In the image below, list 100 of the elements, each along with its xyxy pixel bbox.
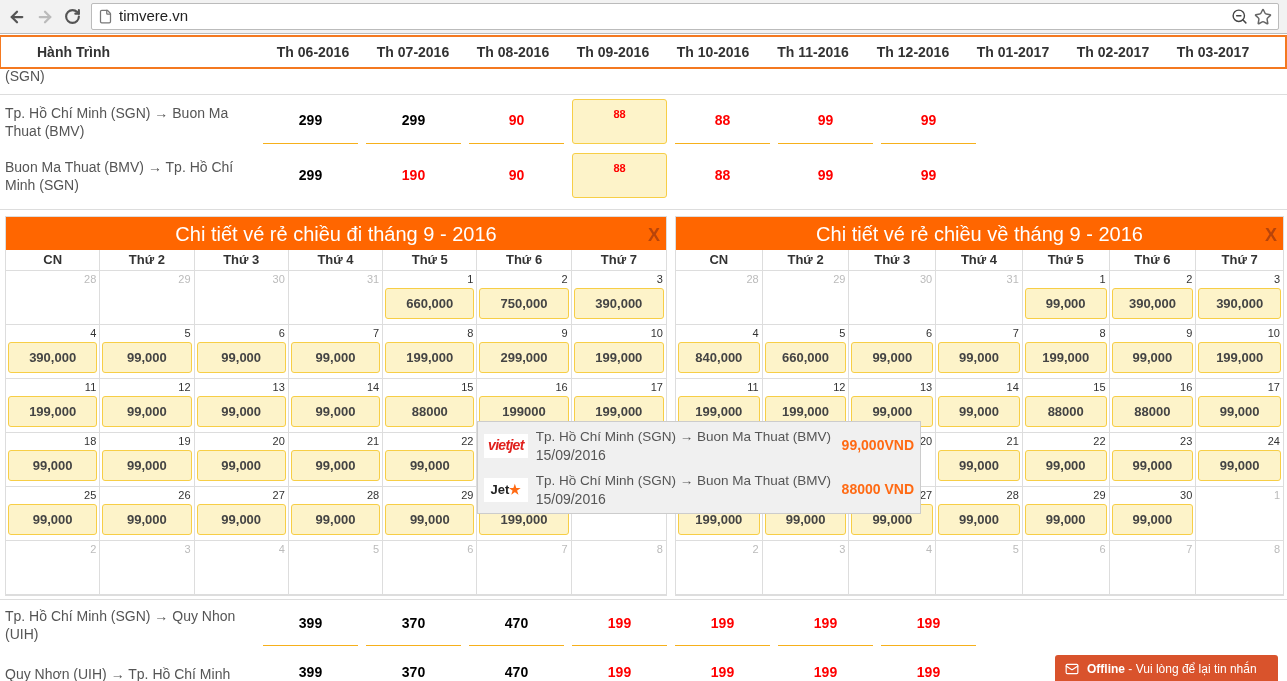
fare-cell[interactable]: 88	[572, 152, 667, 198]
fare-button[interactable]: 99,000	[196, 342, 286, 373]
fare-button[interactable]: 660,000	[385, 288, 475, 319]
fare-cell[interactable]: 90	[469, 98, 564, 144]
fare-button[interactable]: 199,000	[1024, 342, 1107, 373]
fare-cell[interactable]: 399	[263, 601, 358, 646]
fare-button[interactable]: 88000	[1024, 396, 1107, 427]
fare-button[interactable]: 99,000	[385, 504, 475, 535]
day-number: 1	[1099, 272, 1106, 288]
fare-button[interactable]: 99,000	[938, 342, 1020, 373]
fare-cell[interactable]: 299	[366, 98, 461, 144]
fare-cell[interactable]: 299	[263, 152, 358, 198]
fare-button[interactable]: 99,000	[290, 342, 381, 373]
fare-button[interactable]: 390,000	[1111, 288, 1194, 319]
day-number: 24	[1267, 434, 1280, 450]
fare-cell[interactable]: 470	[469, 650, 564, 681]
fare-button[interactable]: 99,000	[102, 396, 192, 427]
fare-cell[interactable]: 199	[778, 601, 873, 646]
route-name: Tp. Hồ Chí Minh (SGN) → Quy Nhon (UIH)	[5, 606, 237, 643]
day-number: 29	[461, 488, 474, 504]
fare-button[interactable]: 390,000	[573, 288, 664, 319]
fare-cell[interactable]: 299	[263, 98, 358, 144]
fare-cell[interactable]: 199	[675, 601, 770, 646]
fare-button[interactable]: 199,000	[573, 342, 664, 373]
fare-button[interactable]: 840,000	[678, 342, 760, 373]
fare-cell[interactable]: 99	[778, 152, 873, 198]
day-number: 30	[1180, 488, 1193, 504]
fare-button[interactable]: 99,000	[1111, 504, 1194, 535]
day-number: 8	[656, 542, 663, 558]
fare-button[interactable]: 99,000	[938, 504, 1020, 535]
fare-button[interactable]: 99,000	[102, 342, 192, 373]
fare-cell[interactable]: 99	[778, 98, 873, 144]
fare-cell[interactable]: 90	[469, 152, 564, 198]
fare-cell[interactable]: 470	[469, 601, 564, 646]
fare-button[interactable]: 99,000	[196, 450, 286, 481]
fare-button[interactable]: 99,000	[1024, 504, 1107, 535]
fare-button[interactable]: 99,000	[851, 342, 934, 373]
day-number: 12	[178, 380, 191, 396]
fare-cell[interactable]: 370	[366, 601, 461, 646]
fare-button[interactable]: 99,000	[1024, 450, 1107, 481]
fare-button[interactable]: 99,000	[1111, 450, 1194, 481]
fare-cell[interactable]: 99	[881, 98, 976, 144]
fare-cell[interactable]: 199	[778, 650, 873, 681]
fare-cell[interactable]: 199	[881, 601, 976, 646]
day-number: 4	[90, 326, 97, 342]
fare-button[interactable]: 299,000	[479, 342, 569, 373]
fare-cell[interactable]: 399	[263, 650, 358, 681]
route-name: Quy Nhơn (UIH) → Tp. Hồ Chí Minh	[5, 664, 232, 681]
fare-cell[interactable]: 199	[675, 650, 770, 681]
day-number: 31	[1006, 272, 1019, 288]
fare-button[interactable]: 99,000	[8, 504, 98, 535]
fare-button[interactable]: 750,000	[479, 288, 569, 319]
fare-button[interactable]: 199,000	[385, 342, 475, 373]
fare-button[interactable]: 99,000	[290, 504, 381, 535]
fare-button[interactable]: 88000	[1111, 396, 1194, 427]
fare-button[interactable]: 99,000	[8, 450, 98, 481]
fare-cell[interactable]: 190	[366, 152, 461, 198]
fare-button[interactable]: 660,000	[764, 342, 847, 373]
bookmark-star-icon[interactable]	[1254, 7, 1272, 26]
fare-button[interactable]: 99,000	[290, 450, 381, 481]
fare-button[interactable]: 99,000	[102, 504, 192, 535]
fare-cell[interactable]: 99	[881, 152, 976, 198]
day-number: 27	[272, 488, 285, 504]
day-number: 22	[1093, 434, 1106, 450]
day-number: 10	[1267, 326, 1280, 342]
fare-button[interactable]: 99,000	[102, 450, 192, 481]
fare-button[interactable]: 99,000	[1024, 288, 1107, 319]
day-number: 30	[272, 272, 285, 288]
fare-cell[interactable]: 88	[572, 98, 667, 144]
chat-button[interactable]: Offline - Vui lòng để lại tin nhắn	[1055, 655, 1278, 681]
fare-button[interactable]: 99,000	[1198, 396, 1281, 427]
reload-icon[interactable]	[64, 8, 81, 25]
fare-button[interactable]: 390,000	[1198, 288, 1281, 319]
day-number: 28	[746, 272, 759, 288]
fare-button[interactable]: 99,000	[385, 450, 475, 481]
day-number: 16	[555, 380, 568, 396]
fare-button[interactable]: 99,000	[1111, 342, 1194, 373]
airline-logo-text: Jet	[490, 480, 510, 499]
fare-button[interactable]: 99,000	[196, 396, 286, 427]
fare-button[interactable]: 199,000	[8, 396, 98, 427]
fare-button[interactable]: 99,000	[938, 396, 1020, 427]
fare-cell[interactable]: 370	[366, 650, 461, 681]
day-number: 8	[1273, 542, 1280, 558]
fare-button[interactable]: 199,000	[1198, 342, 1281, 373]
fare-cell[interactable]: 88	[675, 152, 770, 198]
fare-button[interactable]: 390,000	[8, 342, 98, 373]
route-name: Buon Ma Thuat (BMV) → Tp. Hồ Chí Minh (SGN)	[5, 158, 235, 194]
fare-button[interactable]: 88000	[385, 396, 475, 427]
day-number: 3	[1273, 272, 1280, 288]
zoom-out-icon[interactable]	[1231, 8, 1248, 25]
fare-cell[interactable]: 199	[572, 650, 667, 681]
fare-cell[interactable]: 199	[572, 601, 667, 646]
fare-cell[interactable]: 199	[881, 650, 976, 681]
fare-button[interactable]: 99,000	[196, 504, 286, 535]
fare-button[interactable]: 99,000	[938, 450, 1020, 481]
weekday-header: Thứ 7	[1196, 250, 1283, 271]
fare-cell[interactable]: 88	[675, 98, 770, 144]
fare-button[interactable]: 99,000	[1198, 450, 1281, 481]
address-bar[interactable]: timvere.vn	[91, 3, 1279, 30]
fare-button[interactable]: 99,000	[290, 396, 381, 427]
